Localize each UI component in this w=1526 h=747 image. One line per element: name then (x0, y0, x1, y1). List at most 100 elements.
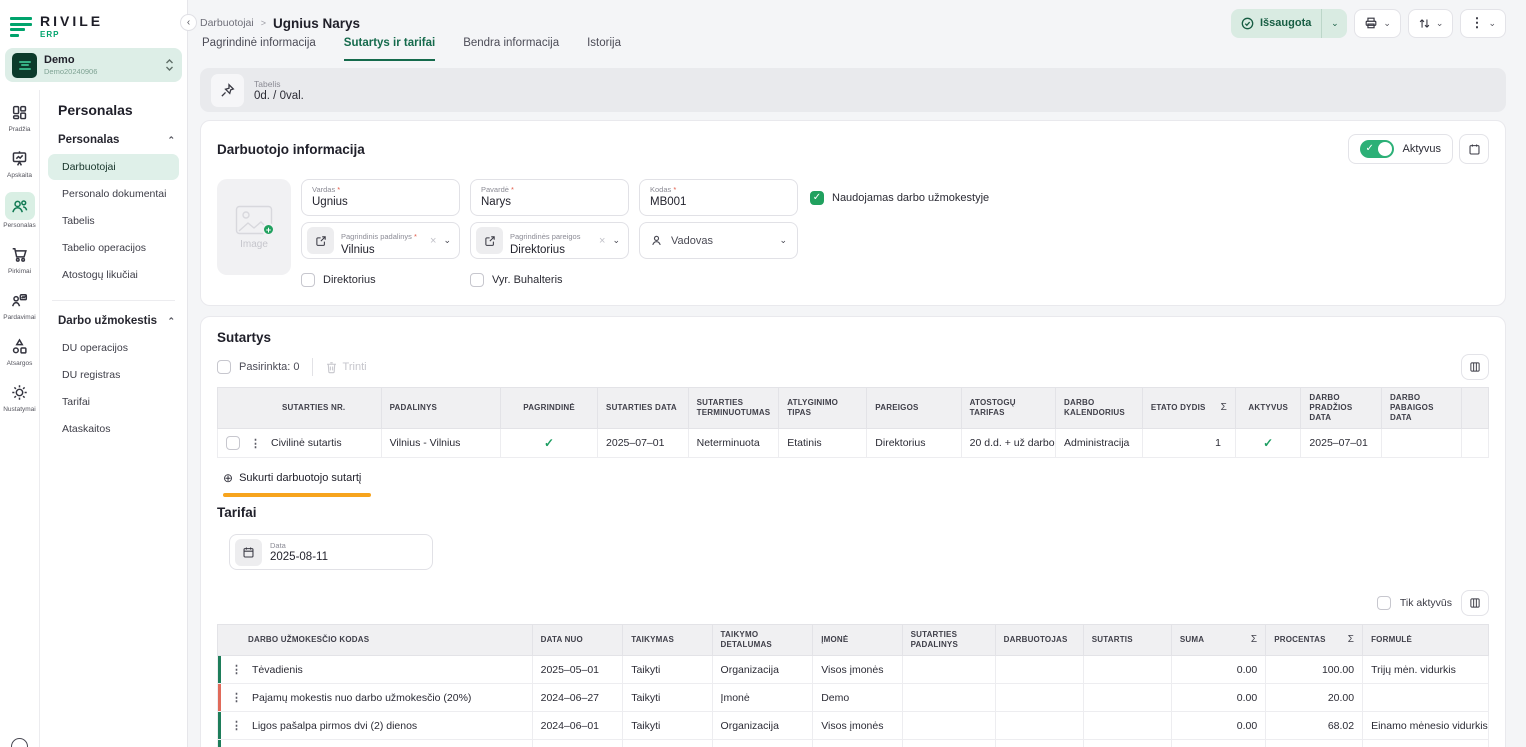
rail-item-pradzia[interactable]: Pradžia (1, 100, 39, 133)
menu-section-darbo-uzmokestis[interactable]: Darbo užmokestis ⌃ (40, 315, 187, 327)
check-circle-icon (1241, 17, 1254, 30)
app-logo[interactable]: RIVILE ERP (0, 0, 187, 45)
row-checkbox[interactable] (226, 436, 240, 450)
payroll-checkbox[interactable]: ✓ (810, 191, 824, 205)
rivile-logo-icon (10, 14, 32, 37)
status-bar (218, 656, 221, 683)
row-menu-icon[interactable]: ⋮ (231, 691, 242, 704)
page-tabs: Pagrindinė informacija Sutartys ir tarif… (200, 37, 1506, 61)
tab-istorija[interactable]: Istorija (587, 37, 621, 61)
more-actions-button[interactable]: ⋮ ⌄ (1460, 9, 1506, 38)
only-active-checkbox[interactable] (1377, 596, 1391, 610)
transfer-button[interactable]: ⌄ (1408, 9, 1454, 38)
create-contract-link[interactable]: ⊕ Sukurti darbuotojo sutartį (223, 471, 361, 485)
contracts-table: Sutarties nr. Padalinys Pagrindinė Sutar… (217, 387, 1489, 458)
sigma-icon: Σ (1251, 634, 1257, 647)
delete-button[interactable]: Trinti (343, 361, 367, 373)
transfer-arrows-icon (1418, 17, 1431, 30)
workspace-code: Demo20240906 (44, 67, 158, 76)
status-bar (218, 712, 221, 739)
contracts-title: Sutartys (217, 330, 1489, 345)
saved-button[interactable]: Išsaugota ⌄ (1231, 9, 1347, 38)
tab-pagrindine-informacija[interactable]: Pagrindinė informacija (202, 37, 316, 61)
sidebar-item-tabelio-operacijos[interactable]: Tabelio operacijos (48, 235, 179, 261)
manager-select[interactable]: Vadovas ⌄ (639, 222, 798, 259)
tabelis-banner[interactable]: Tabelis 0d. / 0val. (200, 68, 1506, 112)
payroll-checkbox-row: ✓ Naudojamas darbo užmokestyje (810, 191, 989, 205)
cart-icon (7, 242, 33, 266)
first-name-field[interactable]: Vardas Ugnius (301, 179, 460, 216)
status-bar (218, 684, 221, 711)
tariff-row[interactable]: ⋮Tėvadienis 2025–05–01 Taikyti Organizac… (218, 656, 1489, 684)
employee-card-title: Darbuotojo informacija (217, 142, 365, 157)
rail-item-apskaita[interactable]: Apskaita (1, 146, 39, 179)
banner-label: Tabelis (254, 79, 304, 89)
sales-icon (7, 288, 33, 312)
department-combo[interactable]: Pagrindinis padalinys Vilnius × ⌄ (301, 222, 460, 259)
external-link-icon (307, 227, 334, 254)
print-button[interactable]: ⌄ (1354, 9, 1401, 38)
rail-item-pirkimai[interactable]: Pirkimai (1, 242, 39, 275)
employee-photo-upload[interactable]: + Image (217, 179, 291, 275)
tariff-row[interactable]: ⋮Ligos pašalpa pirmos dvi (2) dienos 202… (218, 712, 1489, 740)
rail-item-atsargos[interactable]: Atsargos (1, 334, 39, 367)
accountant-checkbox-row: Vyr. Buhalteris (470, 273, 639, 287)
sidebar-item-tabelis[interactable]: Tabelis (48, 208, 179, 234)
position-combo[interactable]: Pagrindinės pareigos Direktorius × ⌄ (470, 222, 629, 259)
tariff-row[interactable]: ⋮Pajamų mokestis nuo darbo užmokesčio (2… (218, 684, 1489, 712)
sidebar-collapse-button[interactable]: ‹ (180, 14, 197, 31)
menu-title: Personalas (40, 102, 187, 118)
sidebar: RIVILE ERP Demo Demo20240906 Pradžia Aps… (0, 0, 188, 747)
sidebar-item-du-operacijos[interactable]: DU operacijos (48, 335, 179, 361)
sidebar-item-personalo-dokumentai[interactable]: Personalo dokumentai (48, 181, 179, 207)
last-name-field[interactable]: Pavardė Narys (470, 179, 629, 216)
row-menu-icon[interactable]: ⋮ (231, 663, 242, 676)
director-checkbox[interactable] (301, 273, 315, 287)
sidebar-item-ataskaitos[interactable]: Ataskaitos (48, 416, 179, 442)
sidebar-item-tarifai[interactable]: Tarifai (48, 389, 179, 415)
tariff-row[interactable]: ⋮Kasmetinės atostogos 2024–10–01 Taikyti… (218, 740, 1489, 747)
contract-row[interactable]: ⋮ Civilinė sutartis Vilnius - Vilnius ✓ … (218, 429, 1489, 458)
chevron-down-icon[interactable]: ⌄ (612, 235, 620, 246)
rail-item-nustatymai[interactable]: Nustatymai (1, 380, 39, 413)
clear-icon[interactable]: × (599, 235, 605, 247)
workspace-switcher[interactable]: Demo Demo20240906 (5, 48, 182, 82)
sidebar-item-du-registras[interactable]: DU registras (48, 362, 179, 388)
workspace-avatar (12, 53, 37, 78)
code-field[interactable]: Kodas MB001 (639, 179, 798, 216)
tariffs-column-settings-button[interactable] (1461, 590, 1489, 616)
tab-sutartys-ir-tarifai[interactable]: Sutartys ir tarifai (344, 37, 435, 61)
dashboard-icon (7, 100, 33, 124)
sidebar-item-atostogu-likuciai[interactable]: Atostogų likučiai (48, 262, 179, 288)
row-menu-icon[interactable]: ⋮ (231, 719, 242, 732)
saved-dropdown-icon[interactable]: ⌄ (1321, 9, 1347, 38)
plus-circle-icon: ⊕ (223, 471, 233, 485)
topbar: Darbuotojai > Ugnius Narys Išsaugota ⌄ ⌄… (200, 0, 1506, 37)
rail-item-pardavimai[interactable]: Pardavimai (1, 288, 39, 321)
only-active-label: Tik aktyvūs (1400, 597, 1452, 609)
add-photo-icon: + (262, 223, 275, 236)
breadcrumb-parent[interactable]: Darbuotojai (200, 17, 254, 29)
contracts-header-row: Sutarties nr. Padalinys Pagrindinė Sutar… (218, 388, 1489, 429)
printer-icon (1364, 16, 1378, 30)
calendar-button[interactable] (1459, 134, 1489, 164)
tab-bendra-informacija[interactable]: Bendra informacija (463, 37, 559, 61)
brand-name: RIVILE (40, 14, 103, 28)
chevron-down-icon[interactable]: ⌄ (443, 235, 451, 246)
selected-count: Pasirinkta: 0 (239, 361, 300, 373)
workspace-name: Demo (44, 54, 158, 66)
person-icon (650, 234, 663, 247)
tariffs-header-row: Darbo užmokesčio kodas Data nuo Taikymas… (218, 625, 1489, 656)
sidebar-item-darbuotojai[interactable]: Darbuotojai (48, 154, 179, 180)
pin-icon (211, 74, 244, 107)
tariff-date-field[interactable]: Data 2025-08-11 (229, 534, 433, 570)
accountant-checkbox[interactable] (470, 273, 484, 287)
contracts-column-settings-button[interactable] (1461, 354, 1489, 380)
clear-icon[interactable]: × (430, 235, 436, 247)
select-all-checkbox[interactable] (217, 360, 231, 374)
menu-section-personalas[interactable]: Personalas ⌃ (40, 134, 187, 146)
row-menu-icon[interactable]: ⋮ (250, 437, 261, 450)
sidebar-menu: Personalas Personalas ⌃ Darbuotojai Pers… (40, 90, 187, 747)
rail-item-personalas[interactable]: Personalas (1, 192, 39, 229)
active-toggle[interactable]: ✓ Aktyvus (1348, 134, 1453, 164)
